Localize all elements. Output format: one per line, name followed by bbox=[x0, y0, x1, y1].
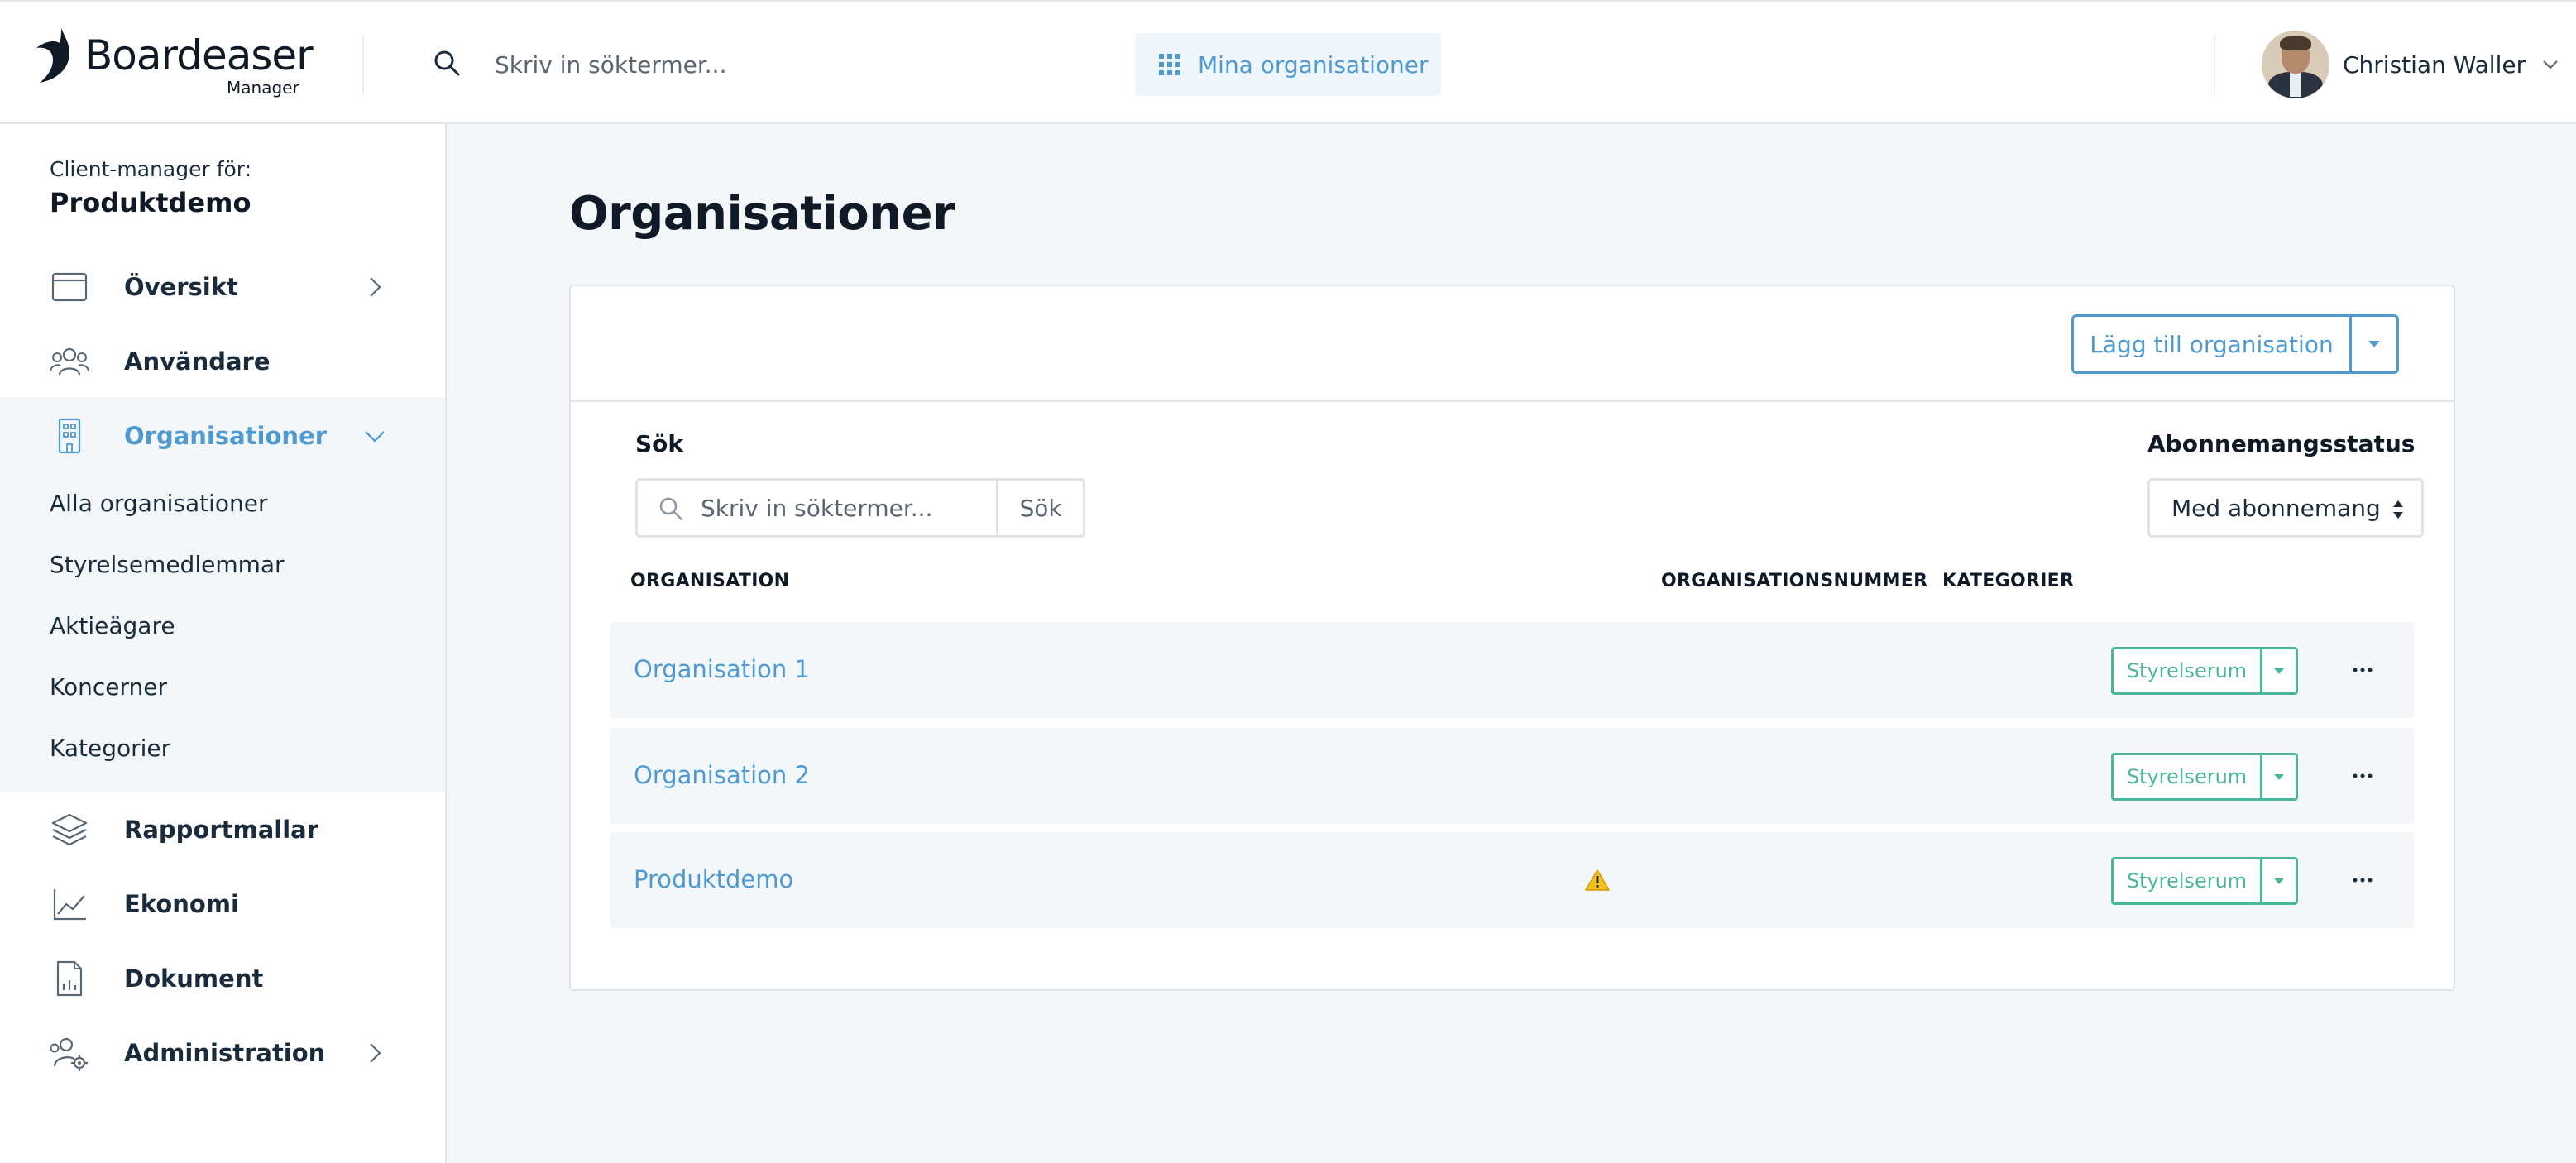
sort-updown-icon bbox=[2393, 500, 2403, 519]
sidebar-item-label: Administration bbox=[124, 1039, 326, 1067]
chevron-down-icon bbox=[365, 431, 385, 443]
column-header-kategorier[interactable]: KATEGORIER bbox=[1942, 571, 2074, 591]
page-title: Organisationer bbox=[569, 187, 955, 241]
styrelserum-split-button: Styrelserum bbox=[2111, 753, 2298, 801]
my-organisations-button[interactable]: Mina organisationer bbox=[1135, 33, 1441, 96]
search-icon bbox=[659, 497, 683, 521]
sidebar-subitem-kategorier[interactable]: Kategorier bbox=[50, 735, 170, 762]
sidebar-item-label: Rapportmallar bbox=[124, 816, 319, 844]
styrelserum-dropdown[interactable] bbox=[2262, 649, 2296, 692]
sidebar-item-organisationer[interactable]: Organisationer bbox=[0, 399, 445, 473]
styrelserum-dropdown[interactable] bbox=[2262, 859, 2296, 902]
column-header-organisation[interactable]: ORGANISATION bbox=[630, 571, 789, 591]
browser-window-icon bbox=[51, 272, 88, 302]
chevron-right-icon bbox=[370, 1043, 381, 1063]
sidebar-item-administration[interactable]: Administration bbox=[0, 1016, 445, 1090]
organisation-link[interactable]: Organisation 1 bbox=[634, 655, 810, 683]
card-toolbar: Lägg till organisation bbox=[571, 286, 2454, 402]
global-search-input[interactable] bbox=[495, 43, 958, 86]
user-menu[interactable]: Christian Waller bbox=[2262, 30, 2560, 99]
organisation-search: Sök bbox=[635, 478, 1085, 538]
organisation-search-input[interactable] bbox=[701, 481, 990, 535]
sidebar-item-label: Användare bbox=[124, 347, 271, 376]
building-icon bbox=[58, 418, 81, 454]
organisation-link[interactable]: Produktdemo bbox=[634, 865, 793, 893]
more-options-icon[interactable] bbox=[2348, 865, 2377, 895]
chevron-down-icon bbox=[2543, 60, 2558, 69]
subscription-status-select[interactable]: Med abonnemang bbox=[2147, 478, 2424, 538]
sidebar-item-label: Organisationer bbox=[124, 422, 328, 450]
search-label: Sök bbox=[635, 430, 684, 457]
caret-down-icon bbox=[2274, 668, 2284, 674]
add-organisation-dropdown[interactable] bbox=[2352, 317, 2396, 371]
sidebar-item-ekonomi[interactable]: Ekonomi bbox=[0, 867, 445, 941]
top-header: Boardeaser Manager Mina organisationer C… bbox=[0, 0, 2576, 124]
chevron-right-icon bbox=[370, 277, 381, 297]
sidebar-subitem-alla-organisationer[interactable]: Alla organisationer bbox=[50, 490, 268, 517]
main-content: Organisationer Lägg till organisation Sö… bbox=[447, 124, 2576, 1163]
styrelserum-split-button: Styrelserum bbox=[2111, 647, 2298, 695]
logo-mark-icon bbox=[36, 28, 69, 83]
boardeaser-logo[interactable]: Boardeaser Manager bbox=[36, 26, 314, 101]
caret-down-icon bbox=[2274, 773, 2284, 780]
brand-name: Boardeaser bbox=[84, 31, 314, 79]
caret-down-icon bbox=[2368, 341, 2380, 347]
caret-down-icon bbox=[2274, 878, 2284, 884]
more-options-icon[interactable] bbox=[2348, 761, 2377, 791]
organisations-card: Lägg till organisation Sök Sök Abonneman… bbox=[569, 285, 2455, 991]
sidebar-item-dokument[interactable]: Dokument bbox=[0, 941, 445, 1016]
sidebar-subitem-styrelsemedlemmar[interactable]: Styrelsemedlemmar bbox=[50, 551, 285, 578]
styrelserum-button[interactable]: Styrelserum bbox=[2114, 649, 2262, 692]
avatar bbox=[2262, 31, 2329, 98]
more-options-icon[interactable] bbox=[2348, 655, 2377, 685]
organisation-link[interactable]: Organisation 2 bbox=[634, 761, 810, 789]
styrelserum-button[interactable]: Styrelserum bbox=[2114, 859, 2262, 902]
sidebar-subitem-koncerner[interactable]: Koncerner bbox=[50, 673, 167, 701]
header-divider bbox=[362, 35, 364, 94]
grid-icon bbox=[1159, 54, 1180, 75]
sidebar-item-label: Dokument bbox=[124, 964, 264, 993]
styrelserum-split-button: Styrelserum bbox=[2111, 857, 2298, 905]
sidebar-item-rapportmallar[interactable]: Rapportmallar bbox=[0, 792, 445, 867]
header-divider bbox=[2214, 35, 2215, 94]
search-icon bbox=[434, 50, 460, 76]
table-row: Organisation 2 Styrelserum bbox=[610, 728, 2414, 824]
sidebar: Client-manager för: Produktdemo Översikt… bbox=[0, 124, 447, 1163]
column-header-organisationsnummer[interactable]: ORGANISATIONSNUMMER bbox=[1661, 571, 1927, 591]
warning-icon[interactable] bbox=[1585, 869, 1610, 892]
my-organisations-label: Mina organisationer bbox=[1198, 50, 1429, 79]
add-organisation-split-button: Lägg till organisation bbox=[2071, 314, 2399, 374]
sidebar-item-label: Ekonomi bbox=[124, 890, 239, 918]
layers-icon bbox=[51, 813, 88, 846]
sidebar-item-oversikt[interactable]: Översikt bbox=[0, 250, 445, 324]
search-button[interactable]: Sök bbox=[998, 481, 1083, 535]
subscription-status-value: Med abonnemang bbox=[2171, 494, 2381, 522]
styrelserum-button[interactable]: Styrelserum bbox=[2114, 755, 2262, 798]
sidebar-item-label: Översikt bbox=[124, 273, 238, 301]
document-chart-icon bbox=[56, 960, 83, 997]
table-row: Produktdemo Styrelserum bbox=[610, 832, 2414, 928]
client-manager-org: Produktdemo bbox=[50, 187, 251, 218]
add-organisation-button[interactable]: Lägg till organisation bbox=[2074, 317, 2352, 371]
sidebar-subitem-aktieagare[interactable]: Aktieägare bbox=[50, 612, 175, 639]
sidebar-item-anvandare[interactable]: Användare bbox=[0, 324, 445, 399]
line-chart-icon bbox=[53, 889, 86, 921]
subscription-status-label: Abonnemangsstatus bbox=[2147, 430, 2416, 457]
client-manager-label: Client-manager för: bbox=[50, 157, 252, 181]
users-icon bbox=[50, 347, 89, 376]
styrelserum-dropdown[interactable] bbox=[2262, 755, 2296, 798]
table-row: Organisation 1 Styrelserum bbox=[610, 622, 2414, 718]
users-gear-icon bbox=[50, 1037, 88, 1071]
brand-subtitle: Manager bbox=[227, 78, 299, 98]
user-name: Christian Waller bbox=[2343, 50, 2526, 79]
